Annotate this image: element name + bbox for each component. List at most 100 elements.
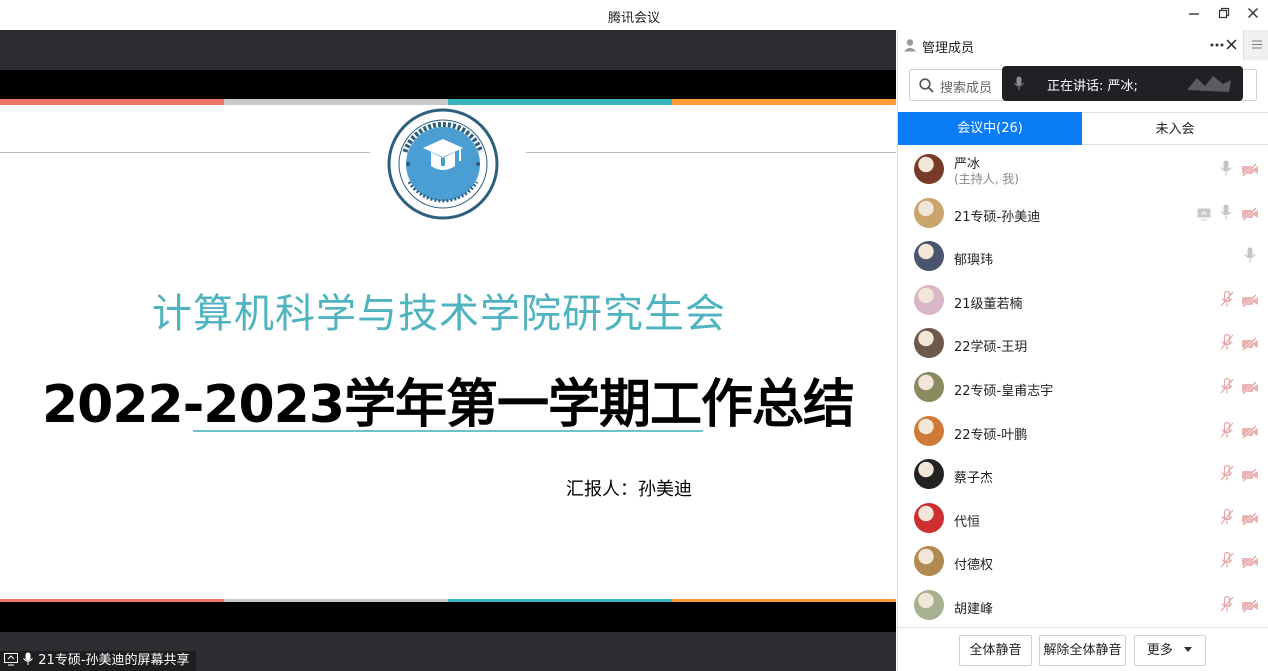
member-row[interactable]: 蔡子杰 [898,453,1268,497]
member-name: 21级董若楠 [954,296,1023,312]
camera-off-icon [1242,599,1258,613]
shared-screen: 计算机科学与技术学院研究生会 2022-2023学年第一学期工作总结 汇报人：孙… [0,30,896,671]
caret-down-icon [1184,647,1193,652]
member-row[interactable]: 付德权 [898,540,1268,584]
microphone-icon [1014,76,1024,90]
more-button[interactable]: 更多 [1134,635,1206,666]
avatar [914,415,944,446]
microphone-muted-icon [1220,552,1234,568]
member-name: 郁璵玮 [954,253,994,269]
mute-all-button[interactable]: 全体静音 [959,635,1032,666]
avatar [914,502,944,533]
title-bar: 腾讯会议 [0,0,1268,30]
person-icon [904,39,916,52]
member-name: 22学硕-王玥 [954,340,1028,356]
member-row[interactable]: 22学硕-王玥 [898,322,1268,366]
tab-not-joined[interactable]: 未入会 [1082,112,1268,145]
panel-header: 管理成员 [898,30,1243,60]
member-row[interactable]: 严冰 (主持人, 我) [898,148,1268,192]
member-list: 严冰 (主持人, 我) 21专硕-孙美迪 郁璵玮 21级董若楠 22学硕-王玥 22专硕-皇… [898,148,1268,626]
screen-share-icon [4,653,18,666]
member-name: 22专硕-皇甫志宇 [954,384,1054,399]
slide-subtitle: 计算机科学与技术学院研究生会 [152,291,726,337]
tab-in-meeting[interactable]: 会议中(26) [898,112,1082,145]
restore-icon [1218,7,1230,19]
member-role: (主持人, 我) [954,172,1019,186]
camera-off-icon [1242,337,1258,352]
panel-title: 管理成员 [922,41,975,56]
member-row[interactable]: 代恒 [898,497,1268,541]
restore-button[interactable] [1214,5,1234,25]
member-row[interactable]: 22专硕-叶鹏 [898,410,1268,454]
microphone-icon [1244,247,1256,263]
avatar [914,328,944,359]
window-title: 腾讯会议 [607,11,660,26]
hamburger-icon [1251,40,1262,49]
meeting-window: 腾讯会议 计算机科学与技术学院研究生会 2022-2023学年第一学期工作总结 … [0,0,1268,671]
slide-title: 2022-2023学年第一学期工作总结 [41,375,855,435]
microphone-icon [1220,204,1232,220]
camera-off-icon [1242,555,1258,570]
minimize-button[interactable] [1184,5,1204,25]
close-panel-icon[interactable] [1226,39,1237,50]
member-name: 22专硕-叶鹏 [954,427,1028,443]
member-name: 胡建峰 [954,602,994,617]
microphone-muted-icon [1220,595,1234,612]
avatar [914,241,944,272]
close-icon [1248,8,1258,18]
member-tabs: 会议中(26) 未入会 [898,112,1268,145]
member-row[interactable]: 21级董若楠 [898,279,1268,323]
panel-menu-button[interactable] [1243,30,1268,60]
member-name: 代恒 [954,514,981,530]
member-row[interactable]: 胡建峰 [898,584,1268,628]
college-logo [387,108,499,220]
camera-off-icon [1242,206,1258,221]
camera-off-icon [1242,468,1258,482]
camera-off-icon [1242,381,1258,395]
color-strip [448,99,672,105]
microphone-icon [1220,160,1232,176]
camera-off-icon [1242,294,1258,308]
avatar [914,197,944,228]
reporter-line: 汇报人：孙美迪 [566,479,692,500]
screen-share-text: 21专硕-孙美迪的屏幕共享 [38,653,190,668]
microphone-muted-icon [1220,465,1234,481]
presentation-slide: 计算机科学与技术学院研究生会 2022-2023学年第一学期工作总结 汇报人：孙… [0,99,896,632]
title-underline [193,430,703,432]
camera-off-icon [1242,424,1258,439]
search-placeholder: 搜索成员 [940,81,993,96]
member-panel: 管理成员 搜索成员 正在讲话: 严冰; 会议中(26) 未入会 严冰 (主持人, … [897,30,1268,671]
screen-share-icon [1197,208,1211,221]
speaking-notice-text: 正在讲话: 严冰; [1047,79,1138,94]
divider [526,152,896,153]
microphone-muted-icon [1220,421,1234,438]
avatar-blur [1187,76,1231,92]
color-strip [224,99,448,105]
member-name: 蔡子杰 [954,471,994,487]
member-row[interactable]: 22专硕-皇甫志宇 [898,366,1268,410]
search-icon [919,78,934,93]
member-row[interactable]: 郁璵玮 [898,235,1268,279]
member-name: 付德权 [954,558,994,574]
avatar [914,546,944,577]
screen-share-label: 21专硕-孙美迪的屏幕共享 [0,651,196,671]
microphone-muted-icon [1220,377,1234,394]
avatar [914,459,944,490]
unmute-all-button[interactable]: 解除全体静音 [1039,635,1126,666]
color-strip [672,99,896,105]
microphone-muted-icon [1220,334,1234,350]
more-options-icon[interactable] [1210,43,1224,47]
speaking-notice: 正在讲话: 严冰; [1002,66,1243,101]
minimize-icon [1189,13,1199,15]
more-label: 更多 [1146,643,1173,658]
close-button[interactable] [1243,5,1263,25]
avatar [914,154,944,184]
microphone-muted-icon [1220,290,1234,307]
avatar [914,284,944,315]
member-row[interactable]: 21专硕-孙美迪 [898,192,1268,236]
camera-off-icon [1242,512,1258,526]
microphone-muted-icon [1220,508,1234,525]
divider [0,152,370,153]
avatar [914,372,944,402]
member-name: 21专硕-孙美迪 [954,209,1041,225]
